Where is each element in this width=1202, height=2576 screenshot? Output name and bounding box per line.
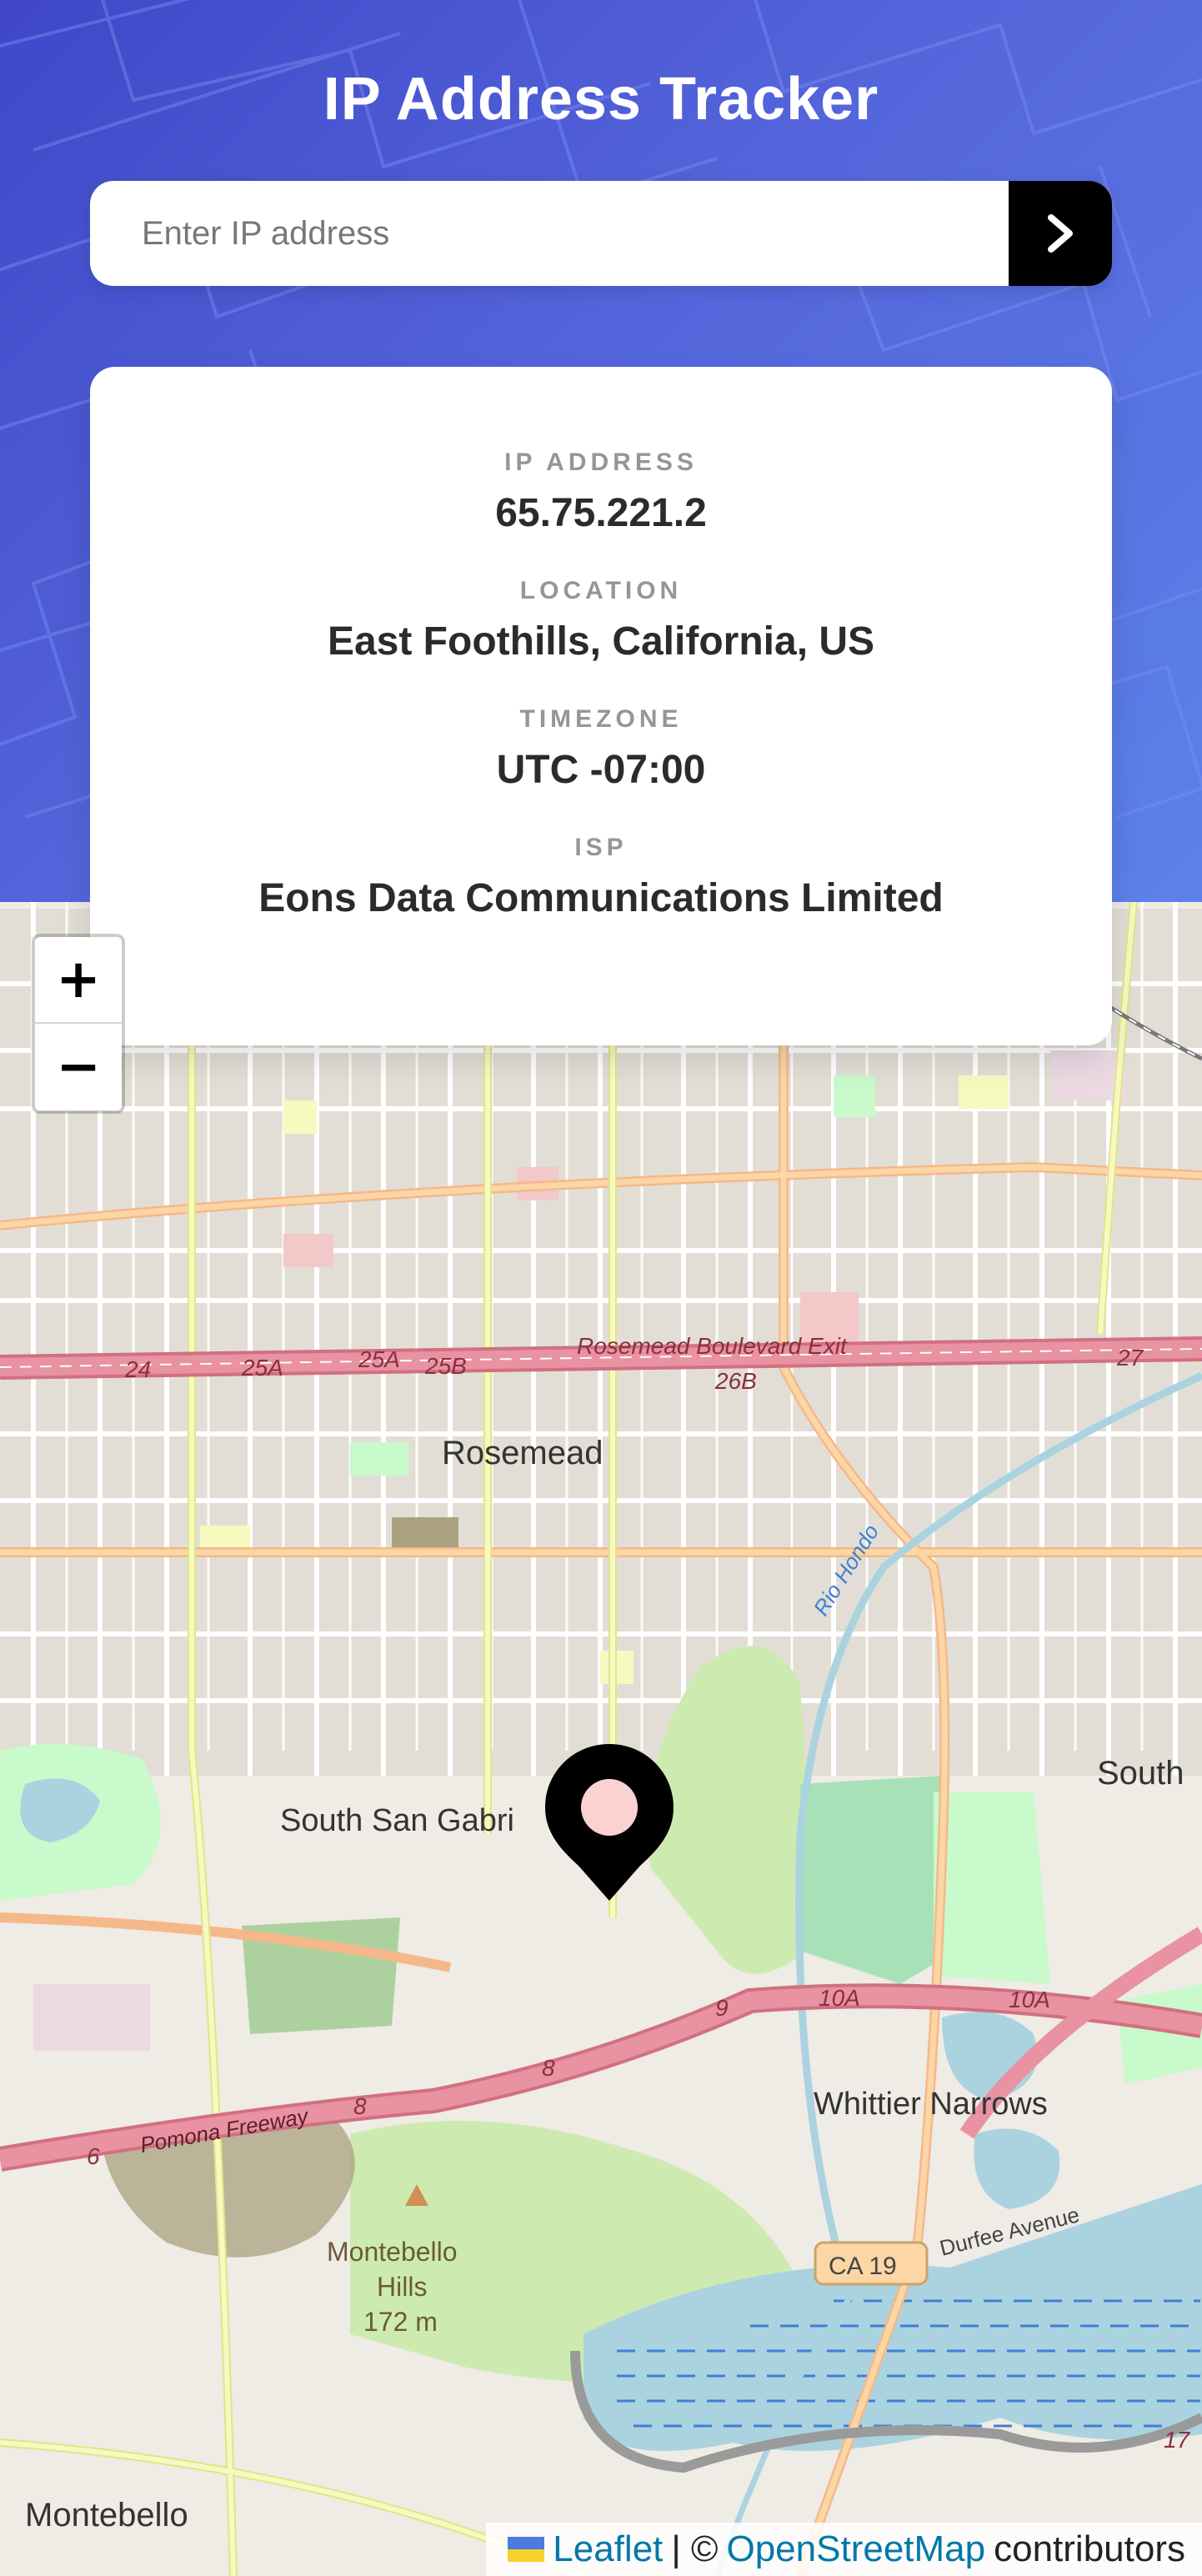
zoom-control: + −: [32, 934, 125, 1114]
map-label-ca19: CA 19: [829, 2253, 897, 2280]
attribution-contributors: contributors: [994, 2528, 1185, 2569]
map-label-hwy-10a-2: 10A: [1009, 1987, 1050, 2012]
map-label-hwy-8b: 8: [542, 2055, 555, 2081]
page-title: IP Address Tracker: [323, 66, 879, 133]
map-label-exit-25a-2: 25A: [358, 1346, 400, 1372]
map-label-exit-26b: 26B: [714, 1368, 757, 1394]
map-label-exit-27: 27: [1116, 1345, 1144, 1371]
ip-address-block: IP Address 65.75.221.2: [90, 447, 1112, 539]
location-value: East Foothills, California, US: [327, 619, 875, 664]
map-label-whittier-narrows: Whittier Narrows: [814, 2087, 1048, 2122]
ip-info-card: IP Address 65.75.221.2 Location East Foo…: [90, 367, 1112, 1045]
map-label-exit-24: 24: [124, 1356, 151, 1382]
timezone-label: Timezone: [519, 705, 683, 733]
map-label-hwy-8a: 8: [353, 2093, 367, 2119]
isp-block: ISP Eons Data Communications Limited: [90, 832, 1112, 924]
chevron-right-icon: [1048, 214, 1073, 253]
search-submit-button[interactable]: [1009, 181, 1112, 286]
map-tiles[interactable]: Rosemead South San Gabri Whittier Narrow…: [0, 902, 1202, 2576]
map-label-montebello-hills-1: Montebello: [327, 2237, 458, 2267]
map-label-rosemead-boulevard-exit: Rosemead Boulevard Exit: [577, 1333, 848, 1359]
map-label-hwy-9: 9: [715, 1995, 729, 2021]
timezone-value: UTC -07:00: [496, 748, 706, 792]
map-label-montebello-hills-2: Hills: [377, 2272, 427, 2302]
page: IP Address Tracker IP Address 65.75.221.…: [0, 0, 1202, 2576]
map-attribution: Leaflet | © OpenStreetMap contributors: [486, 2523, 1202, 2576]
map-label-exit-17: 17: [1164, 2427, 1191, 2453]
ukraine-flag-icon: [508, 2537, 545, 2562]
ip-search-input[interactable]: [90, 181, 1009, 286]
map-label-hwy-10a-1: 10A: [819, 1985, 860, 2011]
zoom-out-button[interactable]: −: [35, 1024, 122, 1110]
location-label: Location: [519, 577, 683, 604]
isp-label: ISP: [574, 834, 628, 861]
attribution-separator: | ©: [671, 2528, 719, 2569]
location-block: Location East Foothills, California, US: [90, 575, 1112, 667]
map-label-rosemead: Rosemead: [442, 1435, 603, 1471]
map-label-south-san-gabriel: South San Gabri: [280, 1803, 514, 1838]
zoom-in-button[interactable]: +: [35, 937, 122, 1024]
map[interactable]: Rosemead South San Gabri Whittier Narrow…: [0, 902, 1202, 2576]
map-label-hwy-6: 6: [87, 2143, 100, 2169]
map-label-exit-25a-1: 25A: [241, 1355, 283, 1381]
map-label-montebello-elevation: 172 m: [363, 2307, 438, 2337]
leaflet-link[interactable]: Leaflet: [553, 2523, 663, 2576]
openstreetmap-link[interactable]: OpenStreetMap: [726, 2523, 985, 2576]
ip-address-label: IP Address: [504, 449, 698, 476]
search-bar: [90, 181, 1112, 286]
ip-address-value: 65.75.221.2: [495, 491, 707, 535]
map-label-south: South: [1097, 1755, 1184, 1792]
isp-value: Eons Data Communications Limited: [258, 876, 944, 920]
map-label-montebello: Montebello: [25, 2497, 188, 2533]
map-pin-icon[interactable]: [542, 1741, 677, 1904]
timezone-block: Timezone UTC -07:00: [90, 704, 1112, 795]
map-label-exit-25b: 25B: [424, 1353, 467, 1379]
